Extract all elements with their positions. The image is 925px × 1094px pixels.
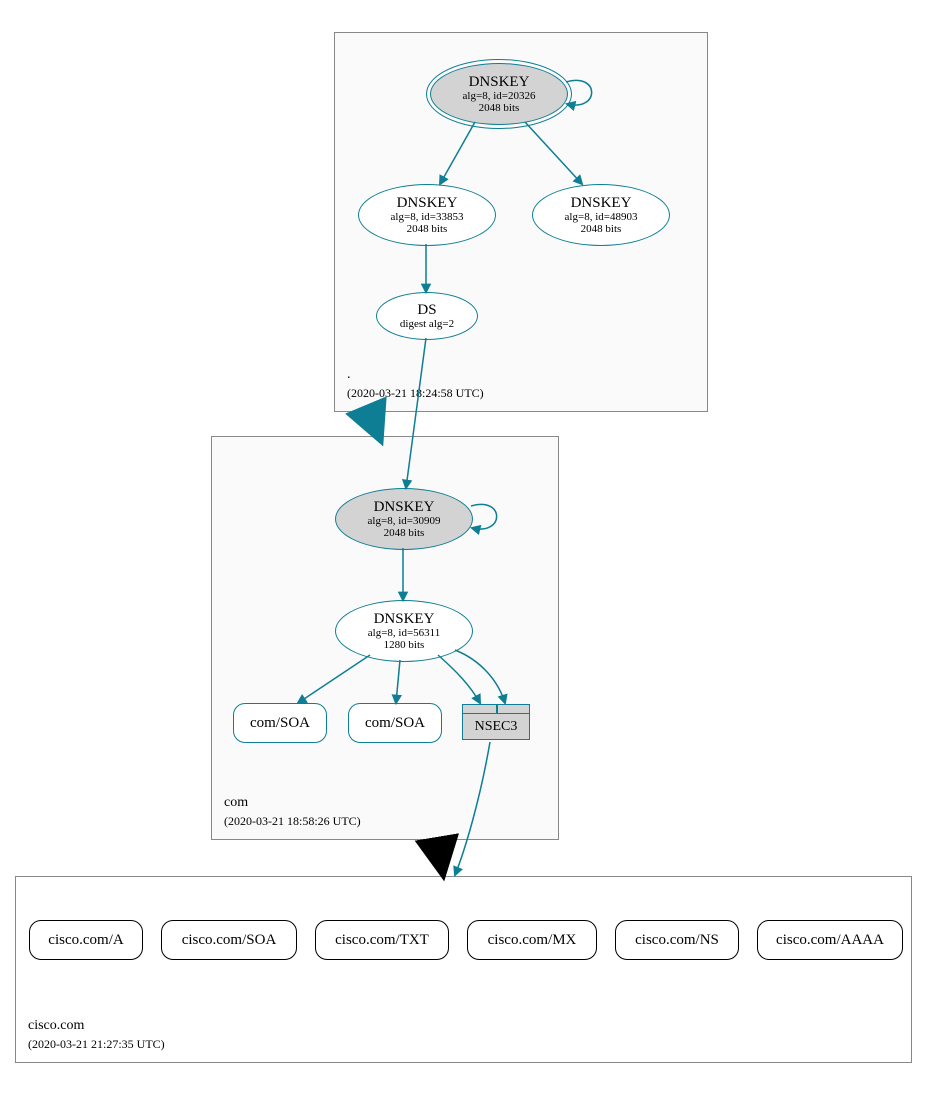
- node-cisco-aaaa: cisco.com/AAAA: [757, 920, 903, 960]
- zone-cisco: cisco.com (2020-03-21 21:27:35 UTC): [15, 876, 912, 1063]
- com-zsk-alg: alg=8, id=56311: [368, 627, 441, 639]
- root-zsk2-alg: alg=8, id=48903: [565, 211, 638, 223]
- com-zsk-bits: 1280 bits: [384, 639, 425, 651]
- root-zsk2-bits: 2048 bits: [581, 223, 622, 235]
- node-com-zsk: DNSKEY alg=8, id=56311 1280 bits: [335, 600, 473, 662]
- com-ksk-bits: 2048 bits: [384, 527, 425, 539]
- zone-cisco-label: cisco.com: [28, 1018, 84, 1034]
- root-zsk1-title: DNSKEY: [397, 195, 458, 212]
- node-com-ksk: DNSKEY alg=8, id=30909 2048 bits: [335, 488, 473, 550]
- com-zsk-title: DNSKEY: [374, 611, 435, 628]
- com-ksk-alg: alg=8, id=30909: [368, 515, 441, 527]
- node-com-soa1: com/SOA: [233, 703, 327, 743]
- node-root-ksk: DNSKEY alg=8, id=20326 2048 bits: [430, 63, 568, 125]
- root-zsk2-title: DNSKEY: [571, 195, 632, 212]
- node-cisco-txt: cisco.com/TXT: [315, 920, 449, 960]
- node-com-soa2: com/SOA: [348, 703, 442, 743]
- root-ksk-bits: 2048 bits: [479, 102, 520, 114]
- zone-com-timestamp: (2020-03-21 18:58:26 UTC): [224, 814, 361, 829]
- nsec3-label: NSEC3: [462, 714, 530, 740]
- root-ds-alg: digest alg=2: [400, 318, 454, 330]
- zone-root-timestamp: (2020-03-21 18:24:58 UTC): [347, 386, 484, 401]
- node-cisco-ns: cisco.com/NS: [615, 920, 739, 960]
- root-zsk1-alg: alg=8, id=33853: [391, 211, 464, 223]
- node-cisco-a: cisco.com/A: [29, 920, 143, 960]
- node-root-zsk1: DNSKEY alg=8, id=33853 2048 bits: [358, 184, 496, 246]
- com-ksk-title: DNSKEY: [374, 499, 435, 516]
- nsec3-top: [462, 704, 530, 714]
- root-ds-title: DS: [417, 302, 436, 319]
- zone-cisco-timestamp: (2020-03-21 21:27:35 UTC): [28, 1037, 165, 1052]
- root-ksk-title: DNSKEY: [469, 74, 530, 91]
- root-ksk-alg: alg=8, id=20326: [463, 90, 536, 102]
- node-nsec3: NSEC3: [462, 704, 530, 740]
- zone-com-label: com: [224, 795, 248, 811]
- node-cisco-soa: cisco.com/SOA: [161, 920, 297, 960]
- node-cisco-mx: cisco.com/MX: [467, 920, 597, 960]
- node-root-zsk2: DNSKEY alg=8, id=48903 2048 bits: [532, 184, 670, 246]
- root-zsk1-bits: 2048 bits: [407, 223, 448, 235]
- node-root-ds: DS digest alg=2: [376, 292, 478, 340]
- zone-root-label: .: [347, 367, 351, 383]
